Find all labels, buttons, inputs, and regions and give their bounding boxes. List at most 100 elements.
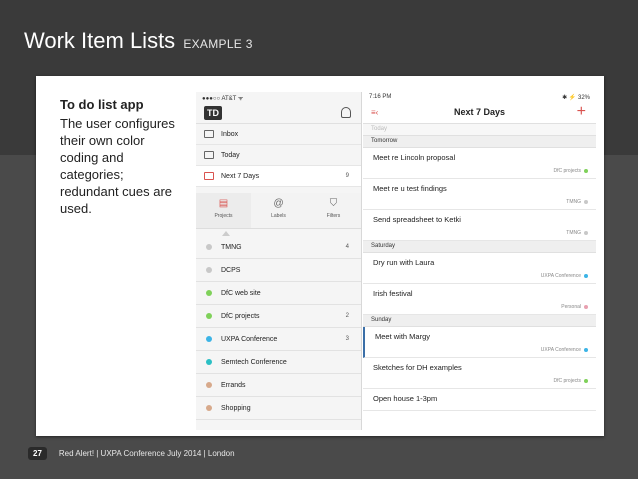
nav-today[interactable]: Today	[196, 145, 361, 166]
status-time: 7:16 PM	[369, 94, 392, 100]
task-project-tag: TMNG	[566, 230, 588, 236]
section-header: Sunday	[363, 315, 596, 327]
project-row[interactable]: Semtech Conference	[196, 351, 361, 374]
task-tag-label: TMNG	[566, 199, 581, 205]
task-project-tag: UXPA Conference	[541, 273, 588, 279]
page-number: 27	[28, 447, 47, 460]
project-label: Errands	[221, 381, 246, 389]
task-text: Open house 1-3pm	[373, 394, 438, 403]
project-count: 2	[345, 313, 349, 319]
task-text: Meet with Margy	[375, 332, 431, 341]
task-project-tag: TMNG	[566, 199, 588, 205]
labels-icon: @	[273, 198, 284, 209]
projects-icon: ▤	[218, 198, 229, 209]
task-tag-label: UXPA Conference	[540, 347, 581, 353]
nav-today-label: Today	[221, 151, 240, 159]
task-tag-label: DfC projects	[553, 378, 581, 384]
task-row[interactable]: Meet with Margy UXPA Conference	[363, 327, 596, 358]
task-text: Send spreadsheet to Ketki	[373, 215, 461, 224]
nav-next-7-days-count: 9	[345, 173, 349, 179]
project-row[interactable]: Errands	[196, 374, 361, 397]
task-tag-dot	[584, 305, 588, 309]
project-label: Semtech Conference	[221, 358, 287, 366]
task-text: Sketches for DH examples	[373, 363, 462, 372]
annotation-note: To do list app The user configures their…	[60, 96, 185, 217]
task-tag-label: UXPA Conference	[540, 273, 581, 279]
section-header: Saturday	[363, 241, 596, 253]
task-panel: 7:16 PM ✱ ⚡ 32% ≡‹ Next 7 Days + Today T…	[363, 92, 596, 430]
project-label: DfC web site	[221, 289, 261, 297]
nav-inbox[interactable]: Inbox	[196, 124, 361, 145]
task-row[interactable]: Meet re Lincoln proposal DfC projects	[363, 148, 596, 179]
task-tag-dot	[584, 274, 588, 278]
task-tag-dot	[584, 348, 588, 352]
project-row[interactable]: DfC projects 2	[196, 305, 361, 328]
status-bar-left: ●●●○○ AT&T ᯤ	[202, 96, 244, 102]
task-tag-dot	[584, 379, 588, 383]
task-tag-dot	[584, 231, 588, 235]
filter-icon: ⛉	[329, 198, 338, 209]
task-row[interactable]: Open house 1-3pm	[363, 389, 596, 411]
nav-next-7-days-label: Next 7 Days	[221, 172, 260, 180]
project-color-dot	[206, 336, 212, 342]
status-battery: ✱ ⚡ 32%	[562, 95, 590, 101]
project-count: 4	[345, 244, 349, 250]
task-row[interactable]: Dry run with Laura UXPA Conference	[363, 253, 596, 284]
note-body: The user configures their own color codi…	[60, 116, 175, 216]
task-text: Dry run with Laura	[373, 258, 435, 267]
calendar-icon	[204, 151, 214, 159]
project-row[interactable]: TMNG 4	[196, 236, 361, 259]
add-task-icon[interactable]: +	[577, 103, 586, 121]
project-label: DCPS	[221, 266, 241, 274]
tab-filters[interactable]: ⛉ Filters	[306, 193, 361, 228]
sidebar-header: TD	[196, 102, 361, 124]
task-row[interactable]: Send spreadsheet to Ketki TMNG	[363, 210, 596, 241]
slide-title: Work Item Lists EXAMPLE 3	[24, 28, 253, 54]
project-row[interactable]: DCPS	[196, 259, 361, 282]
tab-projects-label: Projects	[214, 213, 233, 219]
tab-labels-label: Labels	[271, 213, 286, 219]
calendar-week-icon	[204, 172, 214, 180]
project-color-dot	[206, 267, 212, 273]
slide-title-text: Work Item Lists	[24, 28, 176, 53]
project-color-dot	[206, 290, 212, 296]
app-sidebar: ●●●○○ AT&T ᯤ TD Inbox Today Next 7 Days …	[196, 92, 362, 430]
section-header: Tomorrow	[363, 136, 596, 148]
tab-projects[interactable]: ▤ Projects	[196, 193, 251, 228]
note-heading: To do list app	[60, 97, 144, 112]
slide-subtitle: EXAMPLE 3	[183, 37, 253, 51]
sidebar-tabs: ▤ Projects @ Labels ⛉ Filters	[196, 193, 361, 229]
project-row[interactable]: Shopping	[196, 397, 361, 420]
project-row[interactable]: DfC web site	[196, 282, 361, 305]
task-tag-dot	[584, 200, 588, 204]
task-panel-header: ≡‹ Next 7 Days +	[363, 102, 596, 124]
project-label: DfC projects	[221, 312, 260, 320]
project-color-dot	[206, 244, 212, 250]
page-title: Next 7 Days	[453, 107, 506, 117]
task-tag-label: DfC projects	[553, 168, 581, 174]
project-color-dot	[206, 313, 212, 319]
project-color-dot	[206, 382, 212, 388]
task-tag-label: TMNG	[566, 230, 581, 236]
task-project-tag: Personal	[561, 304, 588, 310]
task-tag-dot	[584, 169, 588, 173]
project-row[interactable]: UXPA Conference 3	[196, 328, 361, 351]
section-header: Today	[363, 124, 596, 136]
task-row[interactable]: Irish festival Personal	[363, 284, 596, 315]
bell-icon[interactable]	[341, 107, 351, 118]
task-project-tag: DfC projects	[553, 378, 588, 384]
project-label: TMNG	[221, 243, 242, 251]
project-color-dot	[206, 405, 212, 411]
task-project-tag: DfC projects	[553, 168, 588, 174]
project-label: Shopping	[221, 404, 251, 412]
status-bar-right: 7:16 PM ✱ ⚡ 32%	[363, 92, 596, 102]
task-row[interactable]: Meet re u test findings TMNG	[363, 179, 596, 210]
project-count: 3	[345, 336, 349, 342]
app-logo: TD	[204, 106, 222, 120]
task-row[interactable]: Sketches for DH examples DfC projects	[363, 358, 596, 389]
nav-next-7-days[interactable]: Next 7 Days 9	[196, 166, 361, 187]
task-text: Meet re u test findings	[373, 184, 447, 193]
tab-labels[interactable]: @ Labels	[251, 193, 306, 228]
inbox-icon	[204, 130, 214, 138]
task-project-tag: UXPA Conference	[541, 347, 588, 353]
